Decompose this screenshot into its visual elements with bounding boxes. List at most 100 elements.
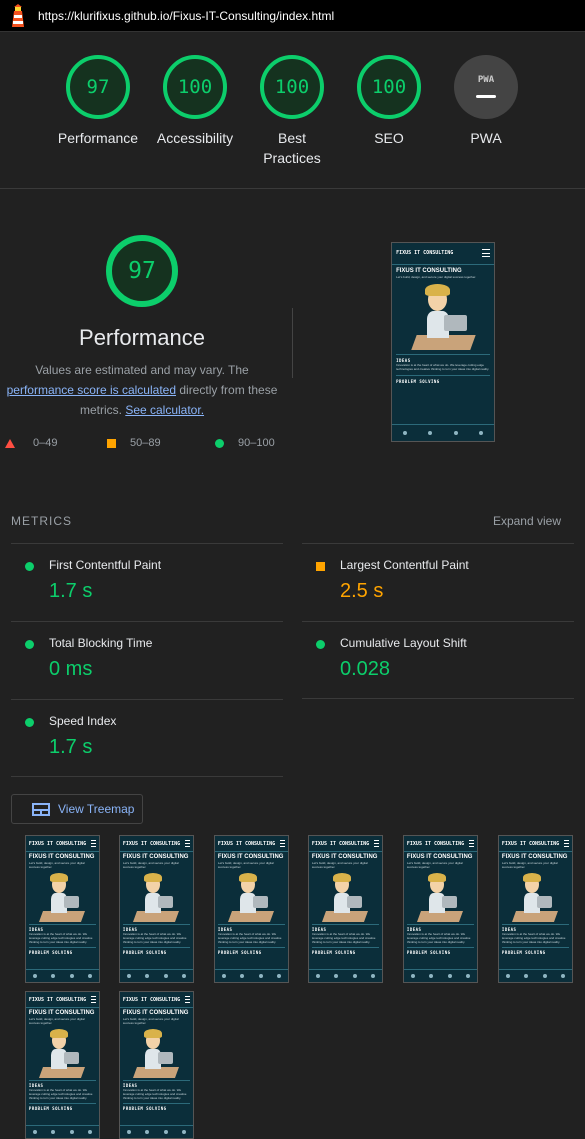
- site-section-ideas: IDEAS Innovation is at the heart of what…: [122, 924, 191, 944]
- gauge-label-seo: SEO: [374, 130, 404, 146]
- site-footer: [499, 969, 572, 982]
- gauge-pwa[interactable]: PWA PWA: [438, 55, 534, 148]
- site-brand: FIXUS IT CONSULTING: [28, 996, 87, 1003]
- site-nav: FIXUS IT CONSULTING: [26, 992, 99, 1009]
- lighthouse-icon: [12, 3, 24, 27]
- section-title: IDEAS: [396, 358, 411, 364]
- gauge-label-accessibility: Accessibility: [156, 130, 234, 146]
- section-title: IDEAS: [311, 927, 327, 933]
- site-preview: FIXUS IT CONSULTING FIXUS IT CONSULTING …: [120, 992, 193, 1138]
- filmstrip-frame[interactable]: FIXUS IT CONSULTING FIXUS IT CONSULTING …: [25, 835, 100, 983]
- hamburger-icon: [90, 996, 97, 1003]
- site-tagline: Let's build, design, and secure your dig…: [122, 860, 179, 869]
- site-nav: FIXUS IT CONSULTING: [392, 243, 494, 265]
- hamburger-icon: [184, 840, 191, 847]
- section-text: Innovation is at the heart of what we do…: [406, 932, 471, 945]
- laptop-icon: [444, 315, 467, 332]
- hero-illustration: [130, 872, 183, 922]
- gauge-label-performance: Performance: [57, 130, 139, 146]
- figure-hair: [143, 872, 162, 882]
- filmstrip-frame[interactable]: FIXUS IT CONSULTING FIXUS IT CONSULTING …: [119, 991, 194, 1139]
- hero-illustration: [406, 283, 479, 351]
- score-best-practices: 100: [260, 55, 324, 119]
- site-footer: [392, 424, 494, 441]
- divider: [11, 776, 283, 777]
- hero-illustration: [225, 872, 278, 922]
- filmstrip-frame[interactable]: FIXUS IT CONSULTING FIXUS IT CONSULTING …: [403, 835, 478, 983]
- site-footer: [309, 969, 382, 982]
- gauge-best-practices[interactable]: 100 Best Practices: [244, 55, 340, 168]
- site-section-ideas: IDEAS Innovation is at the heart of what…: [122, 1080, 191, 1100]
- section-title: PROBLEM SOLVING: [28, 1106, 73, 1112]
- site-section-problem: PROBLEM SOLVING: [311, 947, 380, 956]
- site-heading: FIXUS IT CONSULTING: [122, 854, 189, 861]
- section-text: Innovation is at the heart of what we do…: [217, 932, 282, 945]
- legend-fail-label: 0–49: [33, 437, 58, 449]
- section-text: Innovation is at the heart of what we do…: [28, 1088, 93, 1101]
- site-section-problem: PROBLEM SOLVING: [28, 947, 97, 955]
- legend-average: 50–89: [107, 437, 161, 449]
- site-heading: FIXUS IT CONSULTING: [28, 854, 95, 861]
- site-tagline: Let's build, design, and secure your dig…: [501, 860, 558, 869]
- pass-circle-icon: [25, 562, 34, 571]
- figure-hair: [522, 872, 541, 882]
- site-section-problem: PROBLEM SOLVING: [217, 947, 286, 955]
- treemap-icon: [32, 802, 50, 816]
- filmstrip-frame[interactable]: FIXUS IT CONSULTING FIXUS IT CONSULTING …: [25, 991, 100, 1139]
- filmstrip-frame[interactable]: FIXUS IT CONSULTING FIXUS IT CONSULTING …: [214, 835, 289, 983]
- score-performance: 97: [66, 55, 130, 119]
- filmstrip-frame[interactable]: FIXUS IT CONSULTING FIXUS IT CONSULTING …: [119, 835, 194, 983]
- filmstrip-frame[interactable]: FIXUS IT CONSULTING FIXUS IT CONSULTING …: [308, 835, 383, 983]
- gauge-seo[interactable]: 100 SEO: [341, 55, 437, 148]
- site-nav: FIXUS IT CONSULTING: [309, 836, 382, 853]
- figure-hair: [427, 872, 446, 882]
- score-calculated-link[interactable]: performance score is calculated: [7, 383, 176, 397]
- view-treemap-button[interactable]: View Treemap: [11, 794, 143, 824]
- see-calculator-link[interactable]: See calculator.: [125, 403, 204, 417]
- page-url[interactable]: https://klurifixus.github.io/Fixus-IT-Co…: [38, 9, 334, 23]
- site-footer: [404, 969, 477, 982]
- laptop-icon: [536, 895, 553, 908]
- metric-speed-index: Speed Index 1.7 s: [11, 699, 283, 777]
- divider: [292, 308, 293, 378]
- laptop-icon: [441, 895, 458, 908]
- site-preview: FIXUS IT CONSULTING FIXUS IT CONSULTING …: [499, 836, 572, 982]
- section-title: IDEAS: [406, 927, 422, 933]
- hamburger-icon: [90, 840, 97, 847]
- expand-view-toggle[interactable]: Expand view: [493, 514, 561, 528]
- site-brand: FIXUS IT CONSULTING: [501, 840, 560, 847]
- site-section-ideas: IDEAS Innovation is at the heart of what…: [501, 924, 570, 944]
- site-preview: FIXUS IT CONSULTING FIXUS IT CONSULTING …: [309, 836, 382, 982]
- desc-text-1: Values are estimated and may vary. The: [35, 363, 249, 377]
- site-tagline: Let's build, design, and secure your dig…: [28, 860, 85, 869]
- metric-value: 1.7 s: [49, 736, 93, 758]
- site-section-ideas: IDEAS Innovation is at the heart of what…: [311, 924, 380, 944]
- figure-hair: [49, 1028, 68, 1038]
- site-brand: FIXUS IT CONSULTING: [122, 840, 181, 847]
- site-brand: FIXUS IT CONSULTING: [28, 840, 87, 847]
- site-heading: FIXUS IT CONSULTING: [396, 267, 462, 274]
- site-section-problem: PROBLEM SOLVING: [122, 1103, 191, 1111]
- site-heading: FIXUS IT CONSULTING: [28, 1010, 95, 1017]
- gauge-performance[interactable]: 97 Performance: [50, 55, 146, 148]
- figure-hair: [238, 872, 257, 882]
- site-tagline: Let's build, design, and secure your dig…: [311, 860, 368, 869]
- filmstrip-frame[interactable]: FIXUS IT CONSULTING FIXUS IT CONSULTING …: [498, 835, 573, 983]
- site-brand: FIXUS IT CONSULTING: [396, 250, 454, 257]
- gauge-accessibility[interactable]: 100 Accessibility: [147, 55, 243, 148]
- site-nav: FIXUS IT CONSULTING: [120, 992, 193, 1009]
- site-section-problem: PROBLEM SOLVING: [396, 375, 490, 384]
- section-title: PROBLEM SOLVING: [311, 950, 356, 956]
- site-section-ideas: IDEAS Innovation is at the heart of what…: [28, 924, 97, 944]
- metric-name: First Contentful Paint: [49, 558, 162, 572]
- site-tagline: Let's build, design, and secure your dig…: [396, 274, 477, 279]
- final-screenshot[interactable]: FIXUS IT CONSULTING FIXUS IT CONSULTING …: [391, 242, 495, 442]
- laptop-icon: [252, 895, 269, 908]
- pass-circle-icon: [25, 718, 34, 727]
- hero-illustration: [130, 1028, 183, 1078]
- pwa-badge-text: PWA: [477, 74, 495, 85]
- legend-average-label: 50–89: [130, 437, 161, 449]
- site-nav: FIXUS IT CONSULTING: [120, 836, 193, 853]
- metric-name: Largest Contentful Paint: [340, 558, 469, 572]
- metric-value: 0.028: [340, 658, 391, 680]
